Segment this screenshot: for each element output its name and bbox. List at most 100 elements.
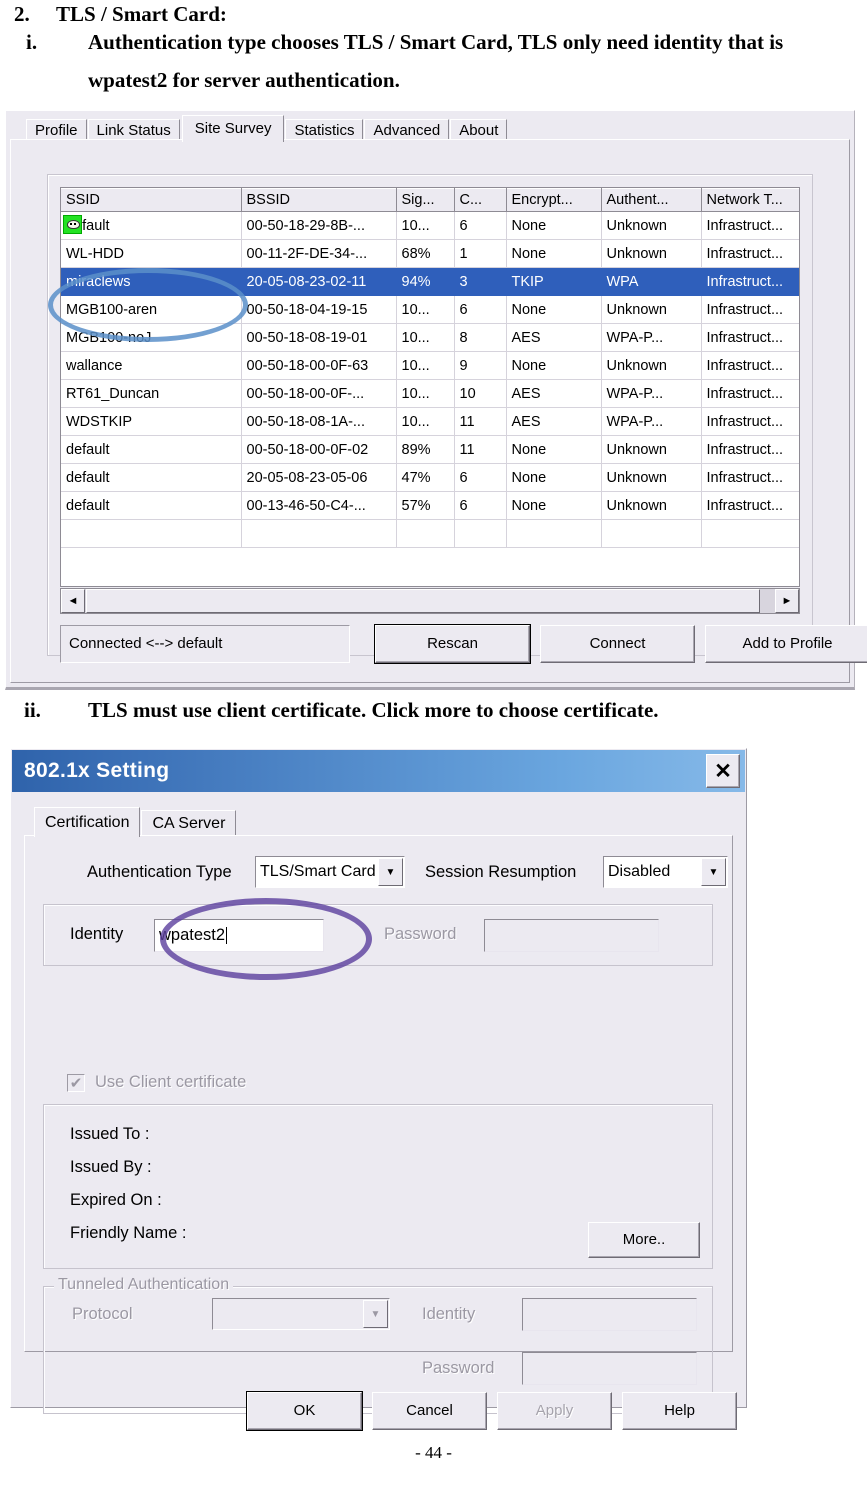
col-header-ssid[interactable]: SSID — [61, 188, 242, 212]
table-row[interactable]: miraclews 20-05-08-23-02-11 94% 3 TKIP WPA Inf… — [61, 267, 799, 296]
cell-bssid: 00-50-18-04-19-15 — [241, 295, 397, 324]
authentication-type-select[interactable]: TLS/Smart Card ▼ — [255, 856, 405, 888]
tunneled-protocol-label: Protocol — [72, 1305, 133, 1323]
cell-ssid-text: MGB100-aren — [66, 301, 158, 318]
password-label: Password — [384, 925, 457, 943]
help-button[interactable]: Help — [622, 1392, 737, 1430]
table-row[interactable]: MGB100-noJ 00-50-18-08-19-01 10... 8 AES WPA-… — [61, 323, 799, 352]
cell-authentication: WPA — [601, 267, 702, 296]
col-header-signal[interactable]: Sig... — [396, 188, 455, 212]
table-row[interactable]: default 00-50-18-29-8B-... 10... 6 None Unkno… — [61, 211, 799, 240]
cell-channel: 6 — [454, 491, 507, 520]
col-header-authentication[interactable]: Authent... — [601, 188, 702, 212]
cell-network-type: Infrastruct... — [701, 407, 799, 436]
col-header-network-type[interactable]: Network T... — [701, 188, 799, 212]
table-row[interactable]: WL-HDD 00-11-2F-DE-34-... 68% 1 None Unknown I… — [61, 239, 799, 268]
chevron-down-icon[interactable]: ▼ — [701, 858, 726, 886]
tab-certification[interactable]: Certification — [34, 807, 141, 837]
scroll-right-icon[interactable]: ► — [775, 589, 799, 613]
cell-encryption: None — [506, 435, 602, 464]
cell-authentication: WPA-P... — [601, 379, 702, 408]
col-header-channel[interactable]: C... — [454, 188, 507, 212]
tab-about[interactable]: About — [450, 119, 508, 141]
authentication-type-value: TLS/Smart Card — [260, 863, 376, 880]
connect-button[interactable]: Connect — [540, 625, 695, 663]
cell-bssid: 00-50-18-29-8B-... — [241, 211, 397, 240]
cell-signal: 10... — [396, 351, 455, 380]
ap-list-view[interactable]: SSID BSSID Sig... C... Encrypt... Authen… — [60, 187, 800, 587]
expired-on-label: Expired On : — [70, 1191, 162, 1209]
cell-authentication: Unknown — [601, 435, 702, 464]
use-client-certificate-checkbox[interactable]: ✔ — [67, 1074, 85, 1092]
list-item-title-2: TLS / Smart Card: — [56, 2, 227, 26]
cell-bssid: 00-50-18-00-0F-63 — [241, 351, 397, 380]
cell-signal: 10... — [396, 379, 455, 408]
cell-signal: 10... — [396, 295, 455, 324]
tunneled-identity-input[interactable] — [522, 1298, 697, 1331]
col-header-bssid[interactable]: BSSID — [241, 188, 397, 212]
cell-authentication: Unknown — [601, 491, 702, 520]
identity-input[interactable]: wpatest2 — [154, 919, 324, 952]
ok-button[interactable]: OK — [246, 1391, 363, 1431]
cell-ssid-text: miraclews — [66, 273, 131, 290]
add-to-profile-button[interactable]: Add to Profile — [705, 625, 867, 663]
scrollbar-thumb[interactable] — [86, 589, 760, 613]
tunneled-password-input[interactable] — [522, 1352, 697, 1385]
cell-encryption: None — [506, 295, 602, 324]
cell-network-type: Infrastruct... — [701, 351, 799, 380]
cell-network-type: Infrastruct... — [701, 267, 799, 296]
col-header-encryption[interactable]: Encrypt... — [506, 188, 602, 212]
ap-list-horizontal-scrollbar[interactable]: ◄ ► — [60, 588, 800, 614]
cell-network-type: Infrastruct... — [701, 491, 799, 520]
scrollbar-track[interactable] — [761, 589, 775, 613]
cell-authentication — [601, 519, 702, 548]
cell-signal: 10... — [396, 407, 455, 436]
ap-table: SSID BSSID Sig... C... Encrypt... Authen… — [61, 188, 799, 548]
cell-ssid: MGB100-noJ — [61, 323, 242, 352]
cell-ssid: WL-HDD — [61, 239, 242, 268]
cell-ssid-text: default — [66, 497, 110, 514]
table-row[interactable]: MGB100-aren 00-50-18-04-19-15 10... 6 None Un… — [61, 295, 799, 324]
password-input[interactable] — [484, 919, 659, 952]
connection-status-text: Connected <--> default — [60, 625, 350, 663]
cell-signal: 89% — [396, 435, 455, 464]
table-row[interactable]: RT61_Duncan 00-50-18-00-0F-... 10... 10 AES W… — [61, 379, 799, 408]
cancel-button[interactable]: Cancel — [372, 1392, 487, 1430]
table-row[interactable]: default 00-13-46-50-C4-... 57% 6 None Unknown… — [61, 491, 799, 520]
cell-network-type: Infrastruct... — [701, 435, 799, 464]
identity-label: Identity — [70, 925, 124, 943]
use-client-certificate-label: Use Client certificate — [95, 1073, 247, 1091]
table-row[interactable] — [61, 519, 799, 548]
table-row[interactable]: wallance 00-50-18-00-0F-63 10... 9 None Unkno… — [61, 351, 799, 380]
session-resumption-select[interactable]: Disabled ▼ — [603, 856, 728, 888]
tab-statistics[interactable]: Statistics — [285, 119, 364, 141]
cell-channel — [454, 519, 507, 548]
cell-ssid-text: default — [66, 469, 110, 486]
sub-item-i-line-1: Authentication type chooses TLS / Smart … — [88, 30, 784, 54]
cell-encryption: None — [506, 463, 602, 492]
site-survey-action-row: Connected <--> default Rescan Connect Ad… — [60, 624, 867, 664]
table-row[interactable]: default 00-50-18-00-0F-02 89% 11 None Unknown… — [61, 435, 799, 464]
tab-site-survey[interactable]: Site Survey — [181, 115, 285, 142]
sub-item-number-i: i. — [26, 30, 38, 54]
more-button[interactable]: More.. — [588, 1222, 700, 1258]
chevron-down-icon[interactable]: ▼ — [363, 1300, 388, 1328]
rescan-button[interactable]: Rescan — [374, 624, 531, 664]
chevron-down-icon[interactable]: ▼ — [378, 858, 403, 886]
cell-ssid: WDSTKIP — [61, 407, 242, 436]
issued-to-label: Issued To : — [70, 1125, 150, 1143]
tab-link-status[interactable]: Link Status — [87, 119, 180, 141]
tab-ca-server[interactable]: CA Server — [141, 810, 237, 836]
cell-authentication: WPA-P... — [601, 323, 702, 352]
close-icon[interactable]: ✕ — [706, 754, 740, 788]
tunneled-protocol-select[interactable]: ▼ — [212, 1298, 390, 1330]
table-header-row: SSID BSSID Sig... C... Encrypt... Authen… — [61, 188, 799, 212]
tab-advanced[interactable]: Advanced — [364, 119, 450, 141]
table-row[interactable]: WDSTKIP 00-50-18-08-1A-... 10... 11 AES WPA-P… — [61, 407, 799, 436]
cell-ssid: default — [61, 211, 242, 240]
tab-profile[interactable]: Profile — [26, 119, 87, 141]
authentication-type-label: Authentication Type — [87, 863, 232, 881]
cell-channel: 6 — [454, 211, 507, 240]
scroll-left-icon[interactable]: ◄ — [61, 589, 85, 613]
table-row[interactable]: default 20-05-08-23-05-06 47% 6 None Unknown I… — [61, 463, 799, 492]
